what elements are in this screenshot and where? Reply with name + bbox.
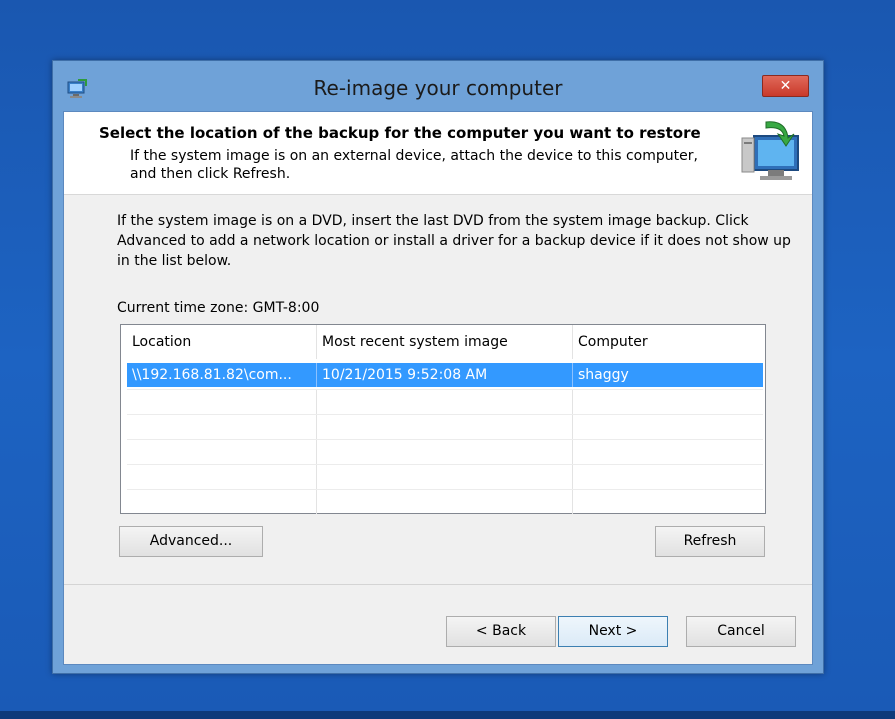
row-location: \\192.168.81.82\com... xyxy=(127,363,317,387)
back-button[interactable]: < Back xyxy=(446,616,556,647)
empty-cell xyxy=(127,390,317,414)
empty-cell xyxy=(127,490,317,514)
backup-location-list[interactable]: Location Most recent system image Comput… xyxy=(120,324,766,514)
empty-row xyxy=(127,439,763,464)
empty-cell xyxy=(573,490,763,514)
close-icon: ✕ xyxy=(779,78,792,94)
instructions-text: If the system image is on a DVD, insert … xyxy=(117,213,791,269)
empty-row xyxy=(127,414,763,439)
empty-cell xyxy=(317,390,573,414)
empty-cell xyxy=(317,415,573,439)
header-panel: Select the location of the backup for th… xyxy=(64,112,812,195)
empty-cell xyxy=(573,440,763,464)
row-image-date: 10/21/2015 9:52:08 AM xyxy=(317,363,573,387)
timezone-label: Current time zone: GMT-8:00 xyxy=(117,300,320,316)
column-header-computer[interactable]: Computer xyxy=(573,325,763,359)
column-header-image-date[interactable]: Most recent system image xyxy=(317,325,573,359)
list-header: Location Most recent system image Comput… xyxy=(127,325,763,359)
empty-row xyxy=(127,389,763,414)
empty-cell xyxy=(127,465,317,489)
empty-cell xyxy=(573,415,763,439)
monitor-restore-icon xyxy=(741,121,799,180)
empty-cell xyxy=(573,390,763,414)
empty-cell xyxy=(127,415,317,439)
reimage-dialog: Re-image your computer ✕ Select the loca… xyxy=(52,60,824,674)
refresh-button[interactable]: Refresh xyxy=(655,526,765,557)
advanced-button[interactable]: Advanced... xyxy=(119,526,263,557)
empty-cell xyxy=(317,490,573,514)
empty-cell xyxy=(317,465,573,489)
column-header-location[interactable]: Location xyxy=(127,325,317,359)
window-title: Re-image your computer xyxy=(313,76,563,100)
empty-row xyxy=(127,464,763,489)
empty-row xyxy=(127,489,763,514)
next-button[interactable]: Next > xyxy=(558,616,668,647)
close-button[interactable]: ✕ xyxy=(762,75,809,97)
taskbar-edge xyxy=(0,711,895,719)
row-computer: shaggy xyxy=(578,367,629,383)
header-description: If the system image is on an external de… xyxy=(130,148,698,182)
dialog-body: Select the location of the backup for th… xyxy=(63,111,813,665)
cancel-button[interactable]: Cancel xyxy=(686,616,796,647)
header-title: Select the location of the backup for th… xyxy=(99,124,701,142)
empty-cell xyxy=(127,440,317,464)
footer-separator xyxy=(64,584,812,585)
table-row[interactable]: \\192.168.81.82\com... 10/21/2015 9:52:0… xyxy=(127,363,763,387)
empty-cell xyxy=(573,465,763,489)
empty-cell xyxy=(317,440,573,464)
title-bar[interactable]: Re-image your computer ✕ xyxy=(53,61,823,111)
